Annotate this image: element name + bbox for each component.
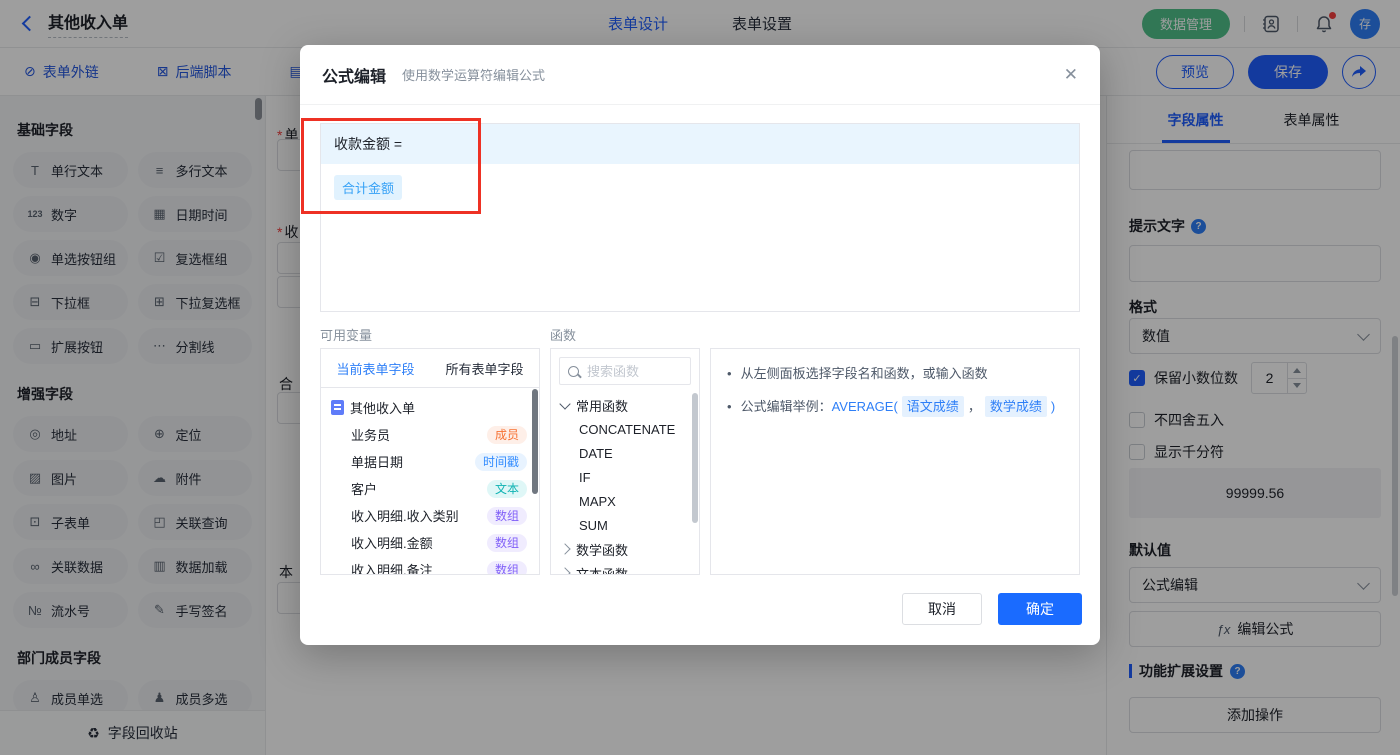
type-badge: 数组 xyxy=(486,533,527,552)
chevron-right-icon xyxy=(559,543,571,555)
formula-field-token[interactable]: 合计金额 xyxy=(334,175,403,200)
type-badge: 数组 xyxy=(486,506,527,525)
function-item-mapx[interactable]: MAPX xyxy=(551,489,699,513)
chevron-right-icon xyxy=(559,567,571,574)
variable-name: 业务员 xyxy=(351,428,391,443)
tip-line-1: 从左侧面板选择字段名和函数，或输入函数 xyxy=(727,363,1063,384)
formula-editor[interactable]: 收款金额 = 合计金额 xyxy=(320,123,1080,312)
variables-tabs: 当前表单字段 所有表单字段 xyxy=(321,349,539,388)
function-item-date[interactable]: DATE xyxy=(551,441,699,465)
modal-title: 公式编辑 xyxy=(322,68,387,86)
variable-row[interactable]: 收入明细.金额 数组 xyxy=(331,529,539,556)
function-name: CONCATENATE xyxy=(579,421,676,437)
function-item-sum[interactable]: SUM xyxy=(551,513,699,537)
group-label: 文本函数 xyxy=(576,566,629,575)
available-variables-label: 可用变量 xyxy=(320,328,373,343)
type-badge: 时间戳 xyxy=(474,452,527,471)
tip-example-prefix: 公式编辑举例： xyxy=(740,399,832,414)
search-icon xyxy=(568,365,579,377)
variables-scrollbar-thumb[interactable] xyxy=(532,389,538,494)
variable-row[interactable]: 业务员 成员 xyxy=(331,421,539,448)
functions-label: 函数 xyxy=(550,328,577,343)
formula-edit-modal: 公式编辑 使用数学运算符编辑公式 ✕ 收款金额 = 合计金额 可用变量 函数 当… xyxy=(300,45,1100,645)
function-group-common[interactable]: 常用函数 xyxy=(551,393,699,417)
function-name: DATE xyxy=(579,445,613,461)
tip-token-math-score: 数学成绩 xyxy=(984,396,1047,417)
variable-row[interactable]: 单据日期 时间戳 xyxy=(331,448,539,475)
close-icon[interactable]: ✕ xyxy=(1064,65,1078,85)
tips-panel: 从左侧面板选择字段名和函数，或输入函数 公式编辑举例：AVERAGE(语文成绩，… xyxy=(710,348,1080,575)
function-search-box xyxy=(559,357,691,385)
function-item-concatenate[interactable]: CONCATENATE xyxy=(551,417,699,441)
type-badge: 数组 xyxy=(486,560,527,574)
variables-panel: 当前表单字段 所有表单字段 其他收入单 业务员 成员 单据日期 时间戳 客户 文本 收… xyxy=(320,348,540,575)
tip-function-open: AVERAGE( xyxy=(831,399,898,414)
functions-panel: 常用函数 CONCATENATE DATE IF MAPX SUM 数学函数 文… xyxy=(550,348,700,575)
function-group-math[interactable]: 数学函数 xyxy=(551,537,699,561)
formula-target: 收款金额 = xyxy=(321,124,1079,164)
modal-header: 公式编辑 使用数学运算符编辑公式 ✕ xyxy=(300,45,1100,105)
cancel-button[interactable]: 取消 xyxy=(902,593,982,625)
variable-name: 收入明细.备注 xyxy=(351,563,433,575)
variable-name: 客户 xyxy=(351,482,378,497)
group-label: 常用函数 xyxy=(576,398,629,414)
tip-line-2: 公式编辑举例：AVERAGE(语文成绩，数学成绩) xyxy=(727,396,1063,417)
confirm-button[interactable]: 确定 xyxy=(998,593,1082,625)
tree-root-form[interactable]: 其他收入单 xyxy=(331,394,539,421)
tab-all-form-fields[interactable]: 所有表单字段 xyxy=(445,359,523,378)
variables-tree: 其他收入单 业务员 成员 单据日期 时间戳 客户 文本 收入明细.收入类别 数组 收入明… xyxy=(321,388,539,575)
tip-function-close: ) xyxy=(1050,399,1056,414)
variable-name: 收入明细.金额 xyxy=(351,536,433,551)
function-search-input[interactable] xyxy=(585,362,682,380)
functions-scrollbar-thumb[interactable] xyxy=(692,393,698,523)
modal-subtitle: 使用数学运算符编辑公式 xyxy=(402,68,546,83)
function-name: IF xyxy=(579,469,591,485)
tip-text: 从左侧面板选择字段名和函数，或输入函数 xyxy=(740,366,988,381)
function-item-if[interactable]: IF xyxy=(551,465,699,489)
variable-name: 单据日期 xyxy=(351,455,404,470)
variable-row[interactable]: 收入明细.收入类别 数组 xyxy=(331,502,539,529)
tip-token-chinese-score: 语文成绩 xyxy=(901,396,964,417)
tip-comma: ， xyxy=(967,399,981,414)
chevron-down-icon xyxy=(559,397,571,410)
variable-row[interactable]: 客户 文本 xyxy=(331,475,539,502)
function-name: SUM xyxy=(579,517,608,533)
function-group-text[interactable]: 文本函数 xyxy=(551,561,699,575)
variable-name: 收入明细.收入类别 xyxy=(351,509,459,524)
tree-root-label: 其他收入单 xyxy=(350,401,416,416)
app-screen: 其他收入单 表单设计 表单设置 数据管理 存 ⊘ 表单外链 ⊠ 后端脚本 ▤ 预… xyxy=(0,0,1400,755)
function-name: MAPX xyxy=(579,493,616,509)
type-badge: 文本 xyxy=(486,479,527,498)
group-label: 数学函数 xyxy=(576,542,629,558)
type-badge: 成员 xyxy=(486,425,527,444)
variable-row[interactable]: 收入明细.备注 数组 xyxy=(331,556,539,575)
tab-current-form-fields[interactable]: 当前表单字段 xyxy=(336,359,414,378)
form-doc-icon xyxy=(331,400,344,415)
